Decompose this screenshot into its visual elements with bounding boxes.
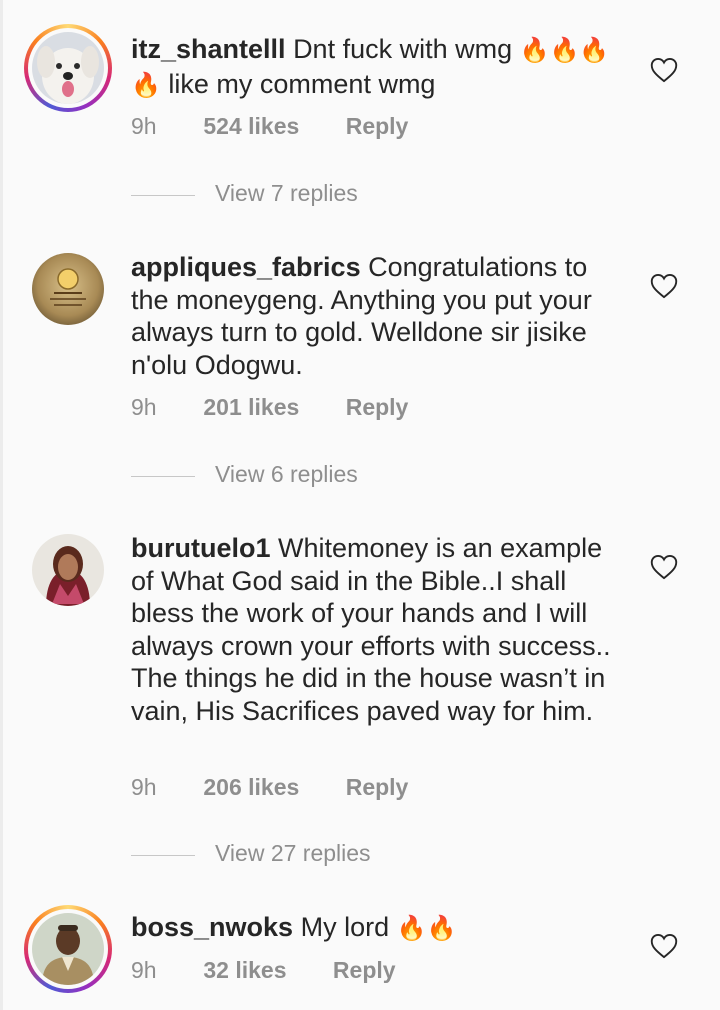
comment-meta: 9h 32 likes Reply: [131, 957, 396, 984]
reply-button[interactable]: Reply: [333, 957, 396, 984]
fire-emoji-icon: 🔥: [519, 37, 550, 64]
view-replies-label[interactable]: View 6 replies: [215, 461, 358, 488]
comment-meta: 9h 201 likes Reply: [131, 394, 408, 421]
comment-likes[interactable]: 524 likes: [203, 113, 299, 140]
reply-thread-line: [131, 476, 195, 477]
man-portrait-avatar-icon: [32, 913, 104, 985]
comment-time: 9h: [131, 113, 157, 139]
comment-text: burutuelo1 Whitemoney is an example of W…: [131, 532, 616, 727]
heart-icon[interactable]: [650, 57, 678, 83]
comment-text: appliques_fabrics Congratulations to the…: [131, 251, 616, 381]
reply-thread-line: [131, 855, 195, 856]
avatar[interactable]: [24, 245, 112, 333]
view-replies-label[interactable]: View 7 replies: [215, 180, 358, 207]
avatar[interactable]: [24, 905, 112, 993]
comment-meta: 9h 206 likes Reply: [131, 774, 408, 801]
white-dog-avatar-icon: [32, 32, 104, 104]
fire-emoji-icon: 🔥: [396, 915, 427, 942]
reply-button[interactable]: Reply: [346, 113, 409, 140]
heart-icon[interactable]: [650, 554, 678, 580]
comment-username[interactable]: boss_nwoks: [131, 912, 293, 942]
comment-body: Dnt fuck with wmg: [293, 34, 513, 64]
comment-time: 9h: [131, 774, 157, 800]
fire-emoji-icon: 🔥: [426, 915, 457, 942]
comment-likes[interactable]: 206 likes: [203, 774, 299, 801]
comment-body: My lord: [300, 912, 390, 942]
comment-time: 9h: [131, 957, 157, 983]
comment-time: 9h: [131, 394, 157, 420]
avatar[interactable]: [24, 24, 112, 112]
left-edge-divider: [0, 0, 3, 1010]
comment-meta: 9h 524 likes Reply: [131, 113, 408, 140]
comment-username[interactable]: itz_shantelll: [131, 34, 286, 64]
view-replies-label[interactable]: View 27 replies: [215, 840, 371, 867]
comment-text: boss_nwoks My lord 🔥🔥: [131, 911, 616, 946]
woman-portrait-avatar-icon: [32, 534, 104, 606]
reply-button[interactable]: Reply: [346, 774, 409, 801]
fire-emoji-icon: 🔥: [579, 37, 610, 64]
fire-emoji-icon: 🔥: [549, 37, 580, 64]
comment-username[interactable]: appliques_fabrics: [131, 252, 361, 282]
reply-button[interactable]: Reply: [346, 394, 409, 421]
heart-icon[interactable]: [650, 273, 678, 299]
comment-likes[interactable]: 201 likes: [203, 394, 299, 421]
comment-body-continued: like my comment wmg: [168, 68, 436, 99]
avatar[interactable]: [24, 526, 112, 614]
reply-thread-line: [131, 195, 195, 196]
comment-username[interactable]: burutuelo1: [131, 533, 271, 563]
gold-logo-avatar-icon: [32, 253, 104, 325]
comment-likes[interactable]: 32 likes: [203, 957, 286, 984]
comment-text: itz_shantelll Dnt fuck with wmg 🔥🔥🔥 🔥 li…: [131, 33, 616, 102]
fire-emoji-icon: 🔥: [131, 71, 161, 99]
heart-icon[interactable]: [650, 933, 678, 959]
